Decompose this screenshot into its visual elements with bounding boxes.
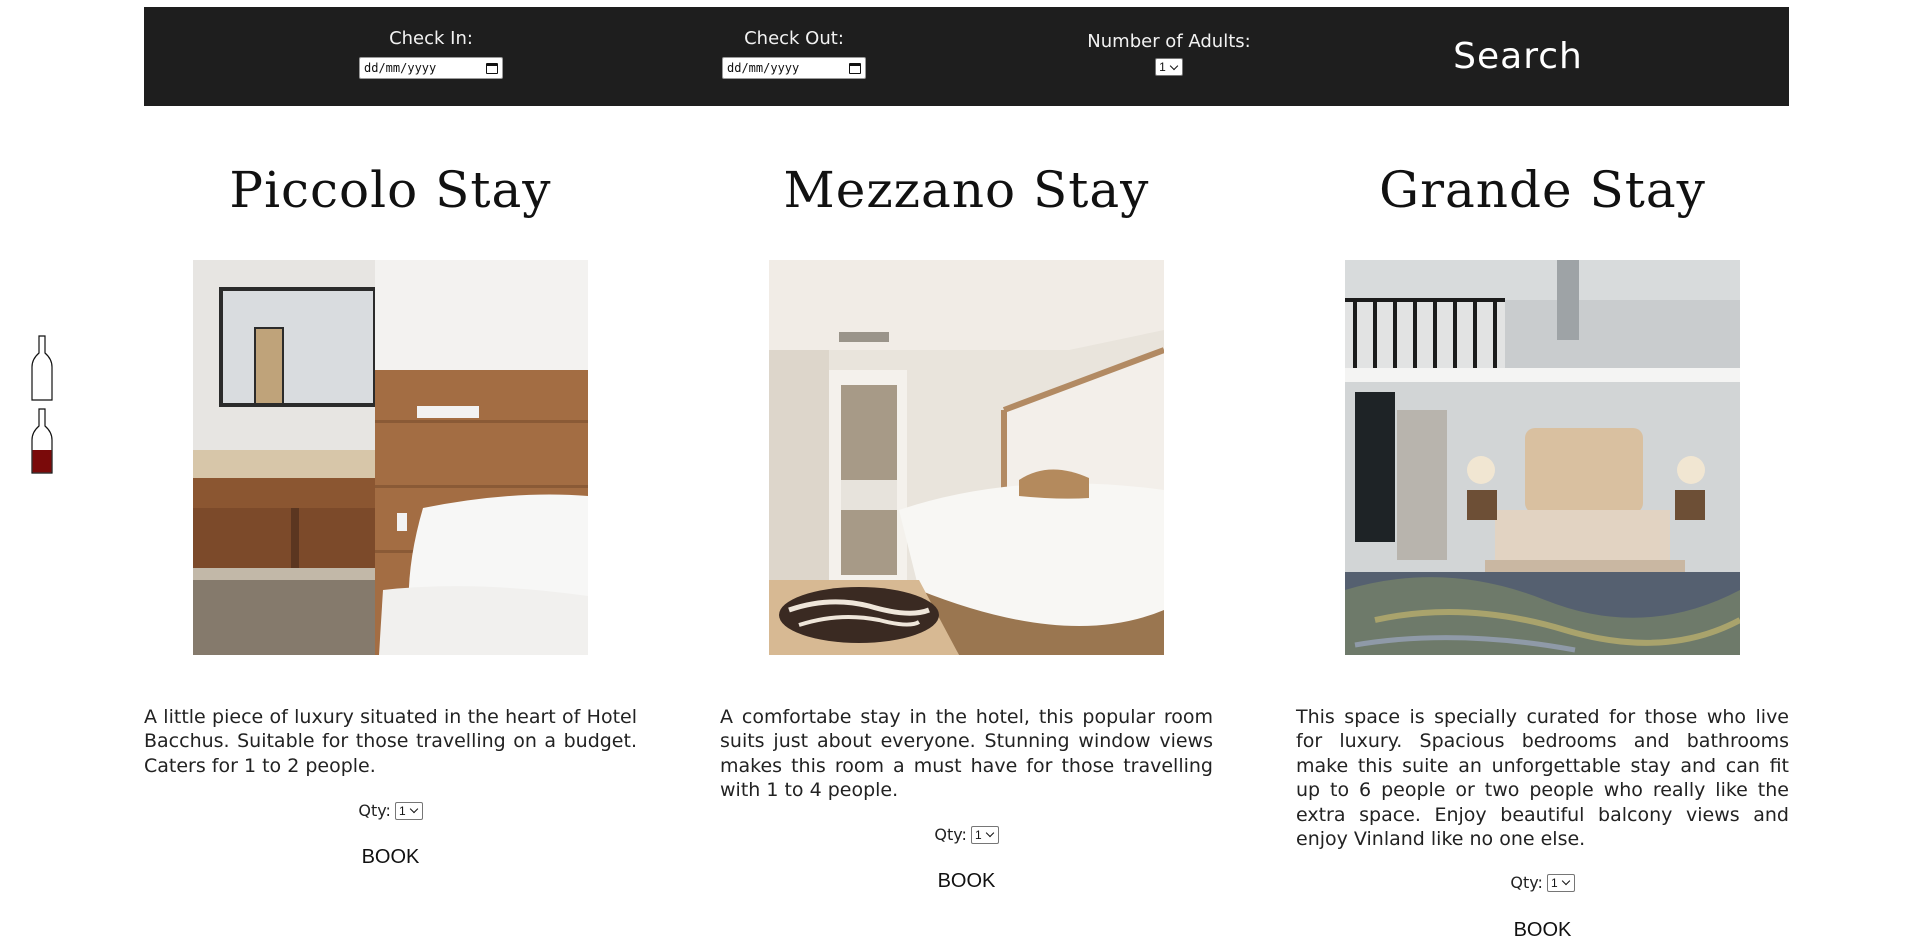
search-button[interactable]: Search bbox=[1414, 30, 1622, 82]
qty-select[interactable]: 1 bbox=[394, 801, 423, 820]
wine-bottle-filled-icon bbox=[31, 408, 53, 474]
calendar-icon[interactable] bbox=[849, 62, 861, 74]
qty-select-value: 1 bbox=[974, 827, 982, 842]
qty-row: Qty: 1 bbox=[720, 825, 1213, 844]
room-photo-grande bbox=[1345, 260, 1740, 655]
room-title: Mezzano Stay bbox=[783, 161, 1150, 219]
qty-label: Qty: bbox=[358, 801, 391, 820]
qty-label: Qty: bbox=[1510, 873, 1543, 892]
check-out-field: Check Out: dd/mm/yyyy bbox=[722, 7, 866, 79]
book-button[interactable]: BOOK bbox=[144, 846, 637, 869]
qty-select-value: 1 bbox=[398, 803, 406, 818]
room-description: This space is specially curated for thos… bbox=[1296, 706, 1789, 851]
chevron-down-icon bbox=[1169, 61, 1179, 70]
qty-select[interactable]: 1 bbox=[1546, 873, 1575, 892]
chevron-down-icon bbox=[1561, 876, 1570, 886]
room-photo-piccolo bbox=[193, 260, 588, 655]
room-card-mezzano: Mezzano Stay A comfortabe stay in the ho… bbox=[720, 140, 1213, 892]
room-title: Grande Stay bbox=[1379, 161, 1706, 219]
check-in-field: Check In: dd/mm/yyyy bbox=[359, 7, 503, 79]
booking-search-bar: Check In: dd/mm/yyyy Check Out: dd/mm/yy… bbox=[144, 7, 1789, 106]
check-in-label: Check In: bbox=[389, 28, 473, 49]
chevron-down-icon bbox=[409, 804, 418, 814]
calendar-icon[interactable] bbox=[486, 62, 498, 74]
room-photo-mezzano bbox=[769, 260, 1164, 655]
qty-row: Qty: 1 bbox=[1296, 873, 1789, 892]
qty-select-value: 1 bbox=[1550, 875, 1558, 890]
book-button[interactable]: BOOK bbox=[720, 870, 1213, 893]
check-in-date-input[interactable]: dd/mm/yyyy bbox=[359, 57, 503, 79]
room-description: A comfortabe stay in the hotel, this pop… bbox=[720, 706, 1213, 802]
room-title: Piccolo Stay bbox=[229, 161, 552, 219]
check-out-date-input[interactable]: dd/mm/yyyy bbox=[722, 57, 866, 79]
adults-field: Number of Adults: 1 bbox=[1069, 7, 1269, 76]
adults-select[interactable]: 1 bbox=[1155, 58, 1183, 76]
qty-select[interactable]: 1 bbox=[970, 825, 999, 844]
room-description: A little piece of luxury situated in the… bbox=[144, 706, 637, 777]
wine-bottle-empty-icon bbox=[31, 335, 53, 401]
book-button[interactable]: BOOK bbox=[1296, 919, 1789, 942]
adults-label: Number of Adults: bbox=[1087, 31, 1251, 52]
check-out-label: Check Out: bbox=[744, 28, 844, 49]
adults-select-value: 1 bbox=[1159, 60, 1166, 74]
check-in-date-value: dd/mm/yyyy bbox=[364, 61, 437, 75]
room-card-piccolo: Piccolo Stay A little piece of luxury si… bbox=[144, 140, 637, 868]
chevron-down-icon bbox=[985, 828, 994, 838]
room-card-grande: Grande Stay This space is specially cura… bbox=[1296, 140, 1789, 941]
qty-row: Qty: 1 bbox=[144, 801, 637, 820]
qty-label: Qty: bbox=[934, 825, 967, 844]
check-out-date-value: dd/mm/yyyy bbox=[727, 61, 800, 75]
